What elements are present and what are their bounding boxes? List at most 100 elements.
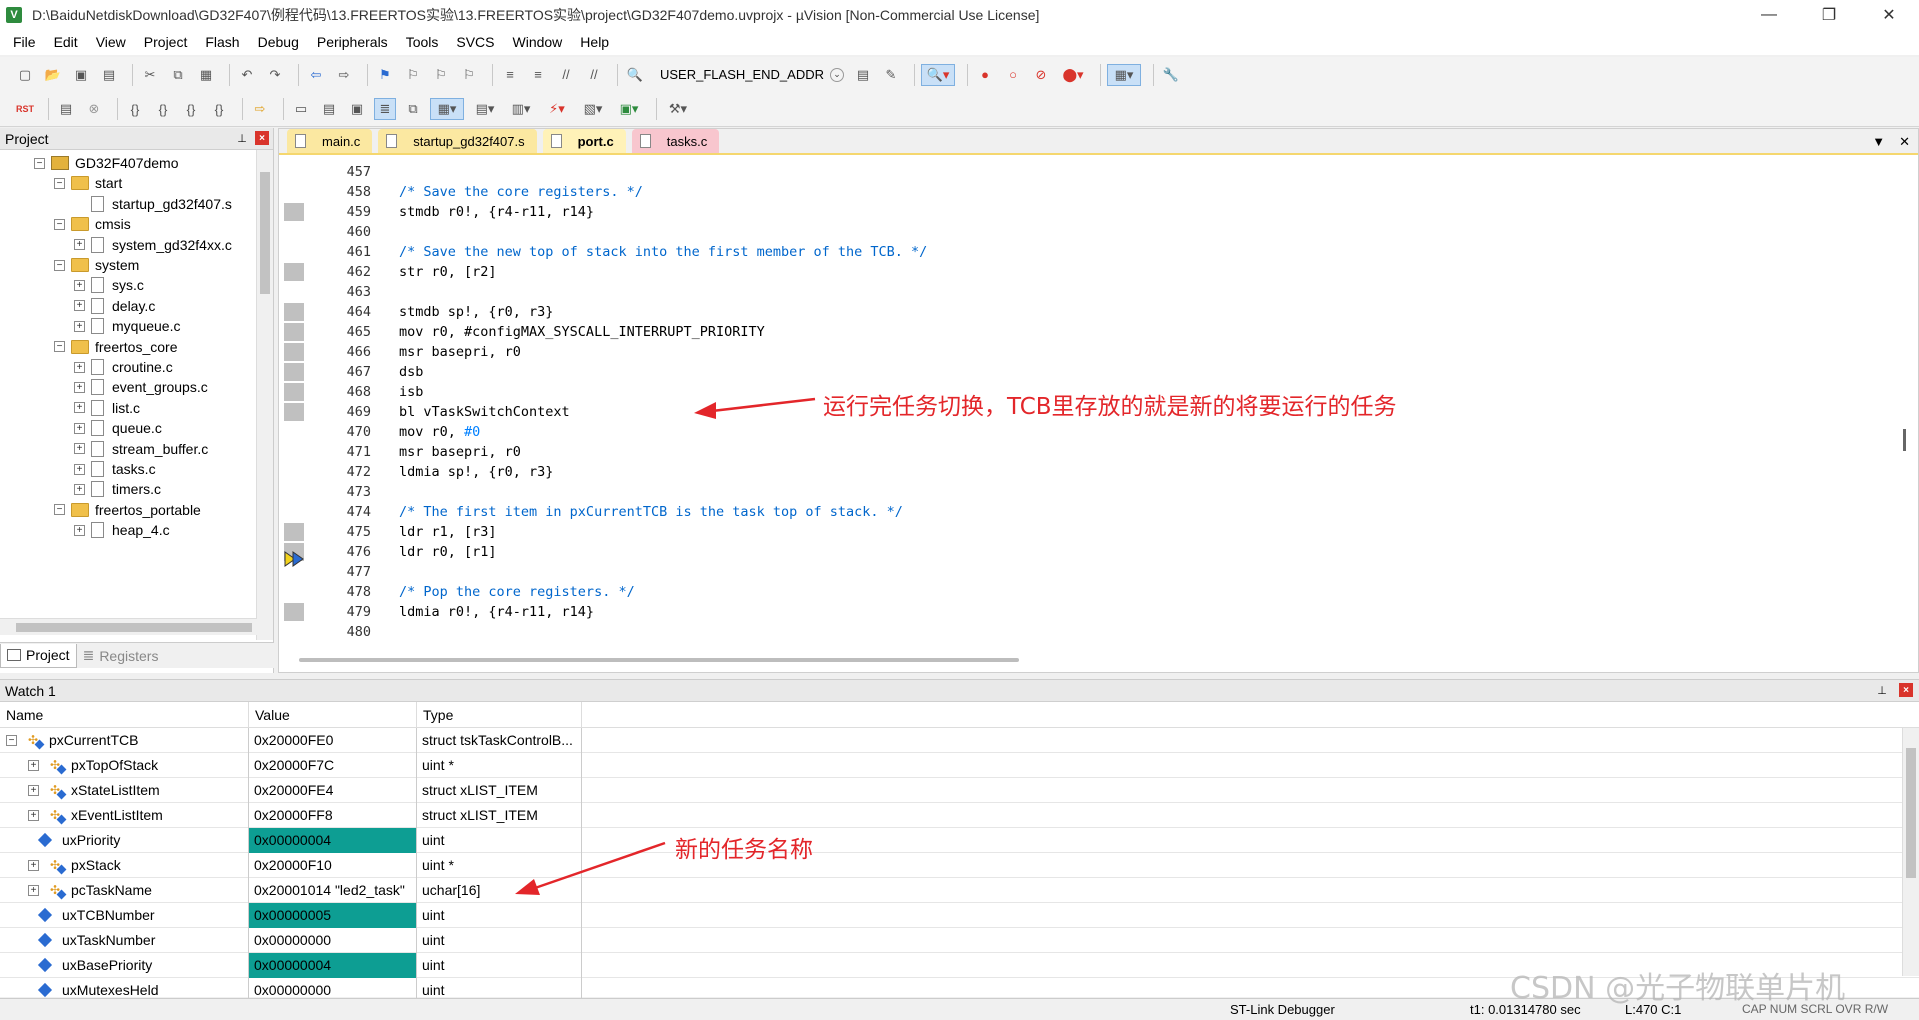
project-tree-scrollbar[interactable] [256,150,273,640]
expand-icon[interactable]: + [74,524,85,536]
expand-icon[interactable]: + [28,759,39,771]
tab-startup_gd32f407-s[interactable]: startup_gd32f407.s [378,129,537,153]
watch-value[interactable]: 0x20000FF8 [249,802,417,828]
expand-icon[interactable]: + [74,443,85,455]
tab-project[interactable]: Project [0,643,77,668]
close-button[interactable]: ✕ [1859,0,1919,29]
expand-icon[interactable]: + [28,884,39,896]
collapse-icon[interactable]: − [6,734,17,746]
registers-window-icon[interactable]: ≣ [374,98,396,120]
tree-item[interactable]: + croutine.c [74,356,173,378]
minimize-button[interactable]: — [1739,0,1799,29]
scrollbar-thumb[interactable] [16,623,252,632]
insert-breakpoint-icon[interactable]: ● [974,64,996,86]
watch-value[interactable]: 0x20000F7C [249,752,417,778]
bookmark-icon[interactable]: ⚑ [374,64,396,86]
watch-value[interactable]: 0x20001014 "led2_task" [249,877,417,903]
watch-value[interactable]: 0x00000005 [249,902,417,928]
find-combo[interactable]: USER_FLASH_END_ADDR ⌄ [656,63,848,87]
new-file-icon[interactable]: ▢ [14,64,36,86]
navigate-forward-icon[interactable]: ⇨ [333,64,355,86]
executable-line-marker[interactable] [284,303,304,321]
expand-icon[interactable]: + [74,483,85,495]
menu-flash[interactable]: Flash [196,34,248,50]
command-window-icon[interactable]: ▭ [290,98,312,120]
tab-port-c[interactable]: port.c [542,129,626,153]
expand-icon[interactable]: + [28,809,39,821]
toolbox-icon[interactable]: ⚒▾ [663,98,693,120]
watch-row[interactable]: + ✣ pcTaskName 0x20001014 "led2_task" uchar[… [0,877,1919,903]
project-tree-hscrollbar[interactable] [0,618,257,635]
editor-gutter[interactable] [284,162,304,642]
debug-session-icon[interactable]: 🔍▾ [921,63,955,86]
next-bookmark-icon[interactable]: ⚐ [430,64,452,86]
step-out-icon[interactable]: {} [180,98,202,120]
tree-item[interactable]: − start [54,172,122,194]
close-icon[interactable]: × [255,131,269,145]
enable-breakpoint-icon[interactable]: ○ [1002,64,1024,86]
tree-item[interactable]: − cmsis [54,213,131,235]
expand-icon[interactable]: + [74,320,85,332]
tree-item[interactable]: + myqueue.c [74,315,180,337]
tree-item[interactable]: + delay.c [74,295,155,317]
tree-item[interactable]: + sys.c [74,274,144,296]
clear-bookmarks-icon[interactable]: ⚐ [458,64,480,86]
memory-window-icon[interactable]: ▤▾ [470,98,500,120]
symbols-window-icon[interactable]: ▣ [346,98,368,120]
prev-bookmark-icon[interactable]: ⚐ [402,64,424,86]
watch-row[interactable]: + ✣ xEventListItem 0x20000FF8 struct xLIST_I… [0,802,1919,828]
step-into-icon[interactable]: {} [124,98,146,120]
watch-scrollbar[interactable] [1902,728,1919,976]
column-type[interactable]: Type [417,701,582,728]
tree-item[interactable]: + tasks.c [74,458,156,480]
close-icon[interactable]: × [1899,683,1913,697]
serial-window-icon[interactable]: ▥▾ [506,98,536,120]
executable-line-marker[interactable] [284,263,304,281]
save-all-icon[interactable]: ▤ [98,64,120,86]
comment-icon[interactable]: // [555,64,577,86]
menu-view[interactable]: View [87,34,135,50]
expand-icon[interactable]: + [74,381,85,393]
collapse-icon[interactable]: − [54,504,65,516]
window-layout-icon[interactable]: ▦▾ [1107,63,1141,86]
tree-item[interactable]: − system [54,254,139,276]
tree-item[interactable]: + event_groups.c [74,376,208,398]
watch-value[interactable]: 0x20000FE4 [249,777,417,803]
tree-item[interactable]: + stream_buffer.c [74,438,208,460]
navigate-back-icon[interactable]: ⇦ [305,64,327,86]
reset-icon[interactable]: RST [14,98,36,120]
find-icon[interactable]: ▤ [852,64,874,86]
tab-registers[interactable]: ≣ Registers [77,644,165,668]
watch-row[interactable]: uxPriority 0x00000004 uint [0,827,1919,853]
menu-peripherals[interactable]: Peripherals [308,34,397,50]
tree-item[interactable]: − GD32F407demo [34,152,179,174]
find-in-files-icon[interactable]: 🔍 [624,64,646,86]
watch-window-icon[interactable]: ▦▾ [430,98,464,120]
column-name[interactable]: Name [0,701,249,728]
tree-item[interactable]: startup_gd32f407.s [74,193,232,215]
collapse-icon[interactable]: − [54,177,65,189]
disable-breakpoints-icon[interactable]: ⊘ [1030,64,1052,86]
tree-item[interactable]: − freertos_portable [54,499,201,521]
copy-icon[interactable]: ⧉ [167,64,189,86]
expand-icon[interactable]: + [74,300,85,312]
pin-icon[interactable]: ⊥ [235,131,249,145]
tab-list-icon[interactable]: ▼ [1872,134,1885,150]
editor-hscrollbar[interactable] [299,658,1899,664]
collapse-icon[interactable]: − [54,218,65,230]
expand-icon[interactable]: + [74,463,85,475]
close-editor-icon[interactable]: ✕ [1899,134,1910,150]
run-icon[interactable]: ▤ [55,98,77,120]
watch-row[interactable]: + ✣ pxTopOfStack 0x20000F7C uint * [0,752,1919,778]
watch-row[interactable]: uxTCBNumber 0x00000005 uint [0,902,1919,928]
watch-value[interactable]: 0x00000004 [249,827,417,853]
watch-row[interactable]: − ✣ pxCurrentTCB 0x20000FE0 struct tskTaskCo… [0,727,1919,753]
menu-window[interactable]: Window [504,34,572,50]
incremental-find-icon[interactable]: ✎ [880,64,902,86]
call-stack-icon[interactable]: ⧉ [402,98,424,120]
watch-value[interactable]: 0x20000F10 [249,852,417,878]
executable-line-marker[interactable] [284,603,304,621]
uncomment-icon[interactable]: // [583,64,605,86]
restore-button[interactable]: ❐ [1799,0,1859,29]
scrollbar-thumb[interactable] [260,172,270,294]
